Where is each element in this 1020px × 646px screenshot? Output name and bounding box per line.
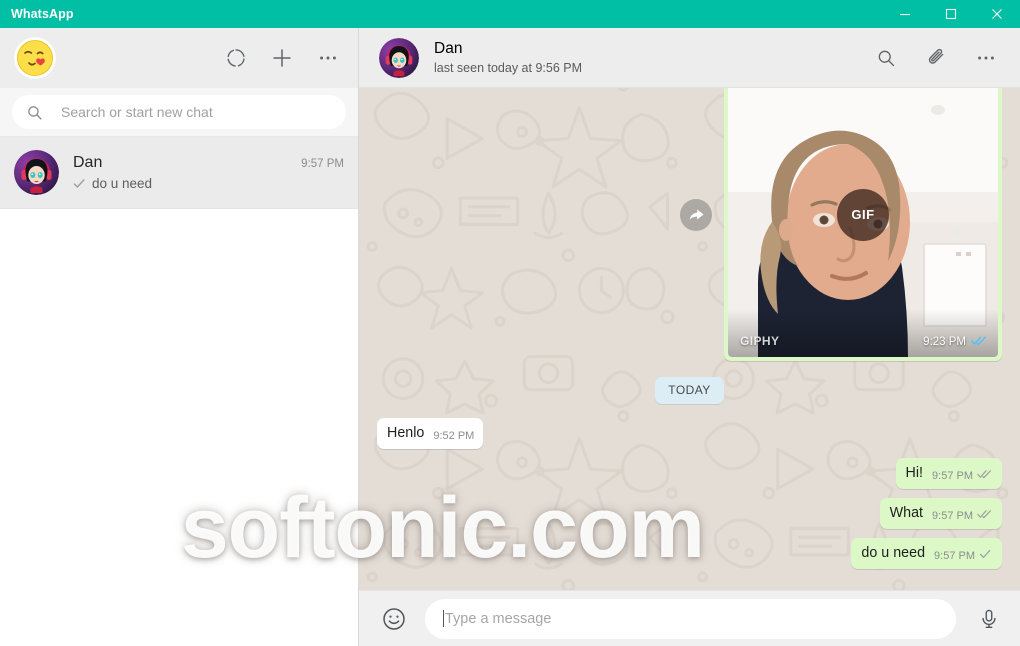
- message-time: 9:57 PM: [934, 549, 975, 562]
- message-row-what: What 9:57 PM: [377, 498, 1002, 529]
- message-row-hi: Hi! 9:57 PM: [377, 458, 1002, 489]
- incoming-message-bubble[interactable]: Henlo 9:52 PM: [377, 418, 484, 449]
- minimize-button[interactable]: [882, 0, 928, 28]
- app-title: WhatsApp: [11, 7, 74, 21]
- status-icon[interactable]: [216, 38, 256, 78]
- title-bar: WhatsApp: [0, 0, 1020, 28]
- avatar: [14, 150, 59, 195]
- message-time: 9:23 PM: [923, 336, 966, 348]
- message-time: 9:57 PM: [932, 509, 973, 522]
- conversation-header-actions: [866, 38, 1006, 78]
- message-text: do u need: [861, 545, 926, 561]
- conversation-pane: Dan last seen today at 9:56 PM GIF GIPHY…: [359, 28, 1020, 646]
- sidebar-header: [0, 28, 358, 88]
- double-check-blue-icon: [971, 335, 988, 349]
- text-cursor: [443, 610, 444, 627]
- profile-avatar[interactable]: [14, 37, 56, 79]
- message-time: 9:52 PM: [433, 430, 475, 442]
- search-icon[interactable]: [866, 38, 906, 78]
- gif-message-bubble[interactable]: GIF GIPHY 9:23 PM: [724, 88, 1002, 361]
- message-meta: 9:52 PM: [433, 430, 474, 443]
- chat-list-item-bottom: do u need: [73, 176, 344, 191]
- chat-preview: do u need: [92, 176, 153, 191]
- menu-icon[interactable]: [966, 38, 1006, 78]
- media-gradient-overlay: [728, 309, 998, 357]
- chat-time: 9:57 PM: [301, 158, 344, 170]
- sidebar: Search or start new chat Dan 9:57 PM do …: [0, 28, 359, 646]
- chat-list-item-dan[interactable]: Dan 9:57 PM do u need: [0, 137, 358, 209]
- message-composer: Type a message: [359, 590, 1020, 646]
- message-text: What: [889, 505, 924, 521]
- avatar[interactable]: [379, 37, 419, 78]
- outgoing-message-bubble[interactable]: Hi! 9:57 PM: [895, 458, 1002, 489]
- sidebar-header-actions: [216, 38, 348, 78]
- forward-button[interactable]: [680, 198, 712, 231]
- conversation-header[interactable]: Dan last seen today at 9:56 PM: [359, 28, 1020, 88]
- message-list[interactable]: GIF GIPHY 9:23 PM TODAY Henlo 9:52 PM Hi…: [359, 88, 1020, 590]
- new-chat-icon[interactable]: [262, 38, 302, 78]
- contact-status: last seen today at 9:56 PM: [434, 61, 583, 75]
- chat-list-item-body: Dan 9:57 PM do u need: [73, 150, 344, 195]
- search-input[interactable]: Search or start new chat: [12, 95, 346, 129]
- chat-list-item-top: Dan 9:57 PM: [73, 154, 344, 172]
- message-row-do-u-need: do u need 9:57 PM: [377, 538, 1002, 569]
- message-text: Hi!: [905, 465, 924, 481]
- close-button[interactable]: [974, 0, 1020, 28]
- double-check-icon: [977, 509, 993, 522]
- attach-icon[interactable]: [916, 38, 956, 78]
- chat-list: Dan 9:57 PM do u need: [0, 137, 358, 646]
- window-controls: [882, 0, 1020, 28]
- double-check-icon: [977, 469, 993, 482]
- menu-icon[interactable]: [308, 38, 348, 78]
- conversation-header-info: Dan last seen today at 9:56 PM: [434, 40, 582, 75]
- message-input-placeholder: Type a message: [445, 610, 552, 627]
- message-time: 9:57 PM: [932, 469, 973, 482]
- outgoing-message-bubble[interactable]: do u need 9:57 PM: [851, 538, 1002, 569]
- date-divider-row: TODAY: [377, 377, 1002, 404]
- date-divider: TODAY: [655, 377, 724, 404]
- single-check-icon: [73, 178, 87, 189]
- message-meta: 9:57 PM: [932, 469, 993, 483]
- message-text: Henlo: [387, 425, 425, 441]
- messages-container: GIF GIPHY 9:23 PM TODAY Henlo 9:52 PM Hi…: [377, 88, 1002, 578]
- giphy-source-label: GIPHY: [740, 334, 780, 348]
- search-bar: Search or start new chat: [0, 88, 358, 137]
- search-icon: [26, 104, 43, 121]
- message-input[interactable]: Type a message: [425, 598, 956, 639]
- message-meta: 9:57 PM: [932, 509, 993, 523]
- whatsapp-window: WhatsApp Search or start new chat Dan 9:…: [0, 0, 1020, 646]
- gif-badge[interactable]: GIF: [837, 188, 889, 241]
- maximize-button[interactable]: [928, 0, 974, 28]
- outgoing-message-bubble[interactable]: What 9:57 PM: [879, 498, 1002, 529]
- contact-name: Dan: [434, 40, 463, 57]
- search-placeholder: Search or start new chat: [61, 104, 213, 120]
- chat-name: Dan: [73, 154, 103, 171]
- message-meta: 9:57 PM: [934, 549, 993, 563]
- gif-media[interactable]: GIF GIPHY 9:23 PM: [728, 88, 998, 357]
- app-body: Search or start new chat Dan 9:57 PM do …: [0, 28, 1020, 646]
- single-check-icon: [979, 549, 993, 562]
- message-row-gif: GIF GIPHY 9:23 PM: [377, 88, 1002, 361]
- gif-message-meta: 9:23 PM: [923, 335, 988, 349]
- microphone-icon[interactable]: [972, 602, 1006, 636]
- smiley-icon[interactable]: [377, 602, 411, 636]
- message-row-henlo: Henlo 9:52 PM: [377, 418, 1002, 449]
